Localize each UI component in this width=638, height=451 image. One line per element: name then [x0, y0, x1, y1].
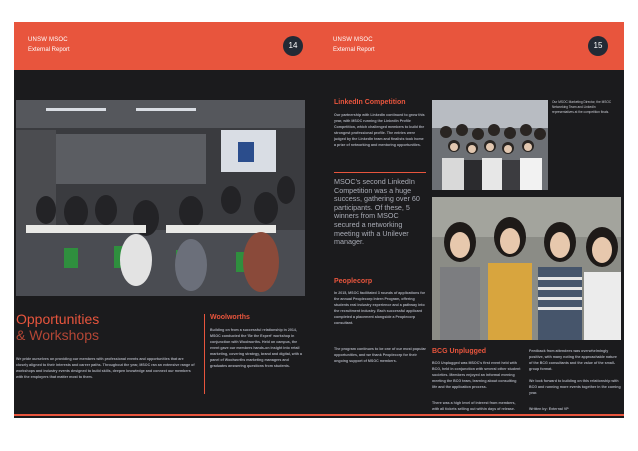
- workshop-photo: [16, 100, 305, 296]
- linkedin-quote: MSOC's second LinkedIn Competition was a…: [334, 177, 420, 247]
- report-name: External Report: [28, 47, 70, 53]
- linkedin-heading: LinkedIn Competition: [334, 99, 406, 106]
- bcg-side-text: Feedback from attendees was overwhelming…: [529, 349, 617, 371]
- bcg-photo: [432, 197, 621, 340]
- report-spread: UNSW MSOC External Report 14 Opportuniti…: [0, 0, 638, 451]
- footer-rule: [14, 414, 319, 416]
- bcg-text-2: There was a high level of interest from …: [432, 401, 516, 411]
- bcg-side-text-2: We look forward to building on this rela…: [529, 379, 621, 395]
- header-band: UNSW MSOC External Report 14: [14, 22, 319, 70]
- woolworths-text: Building on from a successful relationsh…: [210, 328, 302, 368]
- peoplecorp-heading: Peoplecorp: [334, 278, 373, 285]
- page-15: UNSW MSOC External Report 15 LinkedIn Co…: [319, 22, 624, 418]
- org-name: UNSW MSOC: [28, 37, 68, 43]
- group-photo-illustration: [432, 100, 548, 190]
- woolworths-heading: Woolworths: [210, 314, 250, 321]
- signoff: Written by: External VP: [529, 407, 569, 411]
- report-name: External Report: [333, 47, 375, 53]
- column-divider: [204, 314, 205, 394]
- photo-caption: Our MSOC Marketing Director, the MSOC Ne…: [552, 100, 612, 114]
- page-number: 15: [588, 36, 608, 56]
- org-name: UNSW MSOC: [333, 37, 373, 43]
- bcg-text: BCG Unplugged was MSOC's first event hel…: [432, 361, 521, 389]
- workshop-photo-illustration: [16, 100, 305, 296]
- page-number: 14: [283, 36, 303, 56]
- intro-text: We pride ourselves on providing our memb…: [16, 357, 195, 379]
- linkedin-group-photo: [432, 100, 548, 190]
- quote-rule: [334, 172, 426, 173]
- title-line-2: & Workshops: [16, 327, 99, 343]
- section-title: Opportunities & Workshops: [16, 311, 206, 343]
- footer-rule: [319, 414, 624, 416]
- linkedin-text: Our partnership with LinkedIn continued …: [334, 113, 425, 147]
- bcg-photo-illustration: [432, 197, 621, 340]
- bcg-heading: BCG Unplugged: [432, 348, 487, 355]
- page-14: UNSW MSOC External Report 14 Opportuniti…: [14, 22, 319, 418]
- peoplecorp-text-2: The program continues to be one of our m…: [334, 347, 426, 363]
- header-band: UNSW MSOC External Report 15: [319, 22, 624, 70]
- title-line-1: Opportunities: [16, 311, 100, 327]
- peoplecorp-text: In 2015, MSOC facilitated 3 rounds of ap…: [334, 291, 426, 325]
